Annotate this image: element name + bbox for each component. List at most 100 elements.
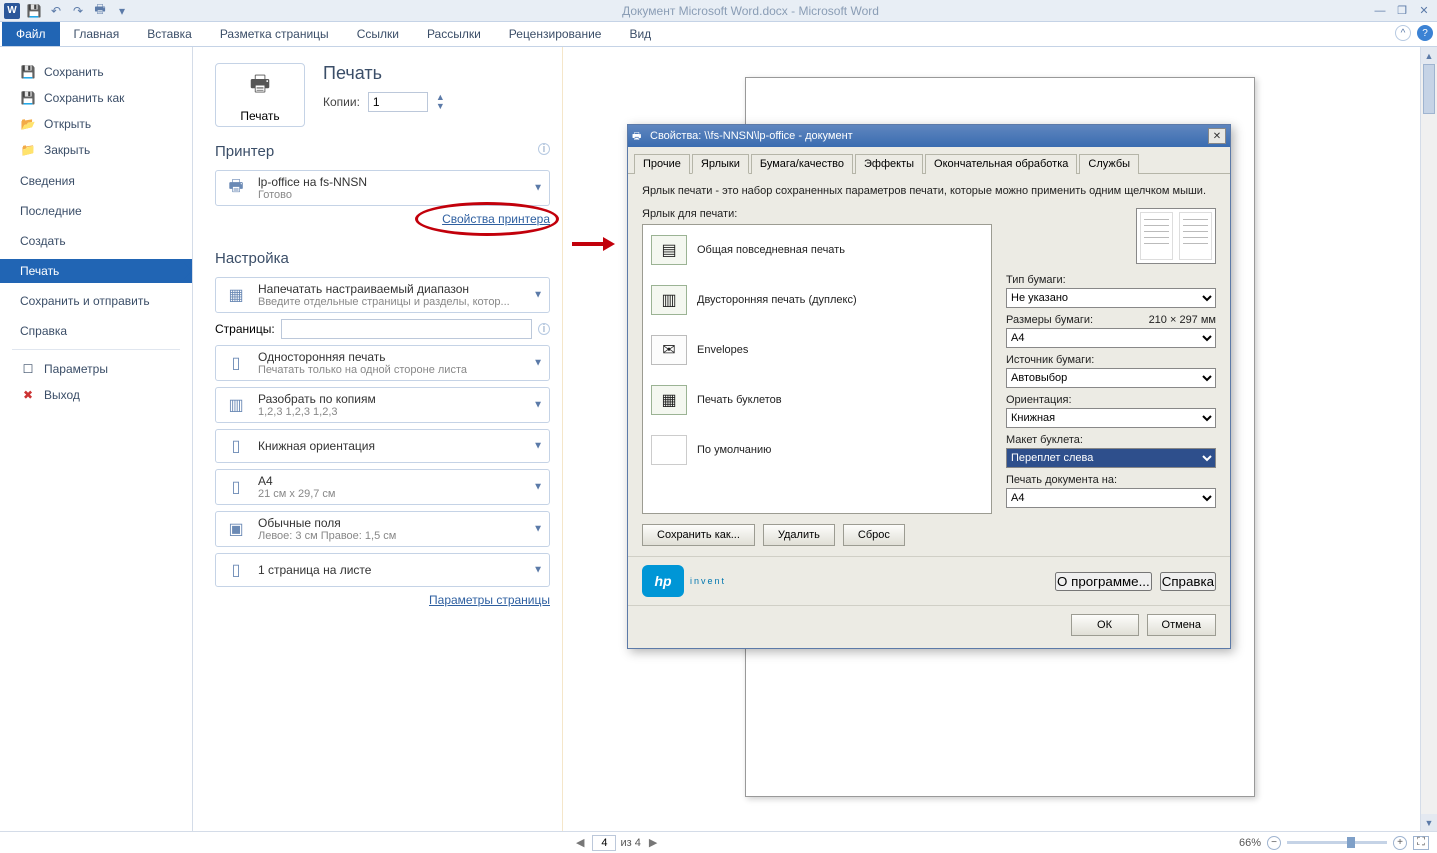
dialog-tab-other[interactable]: Прочие [634, 154, 690, 174]
orientation-label: Ориентация: [1006, 394, 1216, 406]
papertype-select[interactable]: Не указано [1006, 288, 1216, 308]
reset-button[interactable]: Сброс [843, 524, 905, 546]
dd-title: Односторонняя печать [258, 350, 467, 364]
fit-page-icon[interactable]: ⛶ [1413, 836, 1429, 850]
ok-button[interactable]: ОК [1071, 614, 1139, 636]
page-setup-link[interactable]: Параметры страницы [429, 593, 550, 607]
undo-qat-icon[interactable]: ↶ [48, 3, 64, 19]
dialog-tab-shortcuts[interactable]: Ярлыки [692, 154, 749, 174]
sidebar-item-label: Печать [20, 264, 59, 278]
paper-size-selector[interactable]: ▯ A421 см x 29,7 см ▼ [215, 469, 550, 505]
dialog-close-button[interactable]: ✕ [1208, 128, 1226, 144]
list-item-label: Двусторонняя печать (дуплекс) [697, 294, 857, 306]
collate-selector[interactable]: ▥ Разобрать по копиям1,2,3 1,2,3 1,2,3 ▼ [215, 387, 550, 423]
qat-dropdown-icon[interactable]: ▾ [114, 3, 130, 19]
dialog-tab-effects[interactable]: Эффекты [855, 154, 923, 174]
vertical-scrollbar[interactable]: ▲ ▼ [1420, 47, 1437, 831]
help-icon[interactable]: ? [1417, 25, 1433, 41]
saveas-button[interactable]: Сохранить как... [642, 524, 755, 546]
sidebar-item-print[interactable]: Печать [0, 259, 192, 283]
printer-properties-link[interactable]: Свойства принтера [442, 212, 550, 226]
printer-icon: 🖶 [250, 67, 271, 105]
tab-layout[interactable]: Разметка страницы [206, 22, 343, 46]
minimize-icon[interactable]: — [1371, 4, 1389, 18]
tab-insert[interactable]: Вставка [133, 22, 206, 46]
zoom-slider[interactable] [1287, 841, 1387, 844]
zoom-in-button[interactable]: + [1393, 836, 1407, 850]
sidebar-item-info[interactable]: Сведения [0, 169, 192, 193]
status-bar: ◀ из 4 ▶ 66% − + ⛶ [0, 831, 1437, 853]
printer-selector[interactable]: 🖶 lp-office на fs-NNSNГотово ▼ [215, 170, 550, 206]
range-icon: ▦ [224, 283, 248, 307]
about-button[interactable]: О программе... [1055, 572, 1152, 591]
printer-heading: Принтерi [215, 143, 550, 160]
info-icon[interactable]: i [538, 143, 550, 155]
redo-qat-icon[interactable]: ↷ [70, 3, 86, 19]
minimize-ribbon-icon[interactable]: ^ [1395, 25, 1411, 41]
sidebar-item-options[interactable]: ☐Параметры [0, 356, 192, 382]
print-qat-icon[interactable]: 🖶 [92, 3, 108, 19]
cancel-button[interactable]: Отмена [1147, 614, 1216, 636]
sidebar-item-send[interactable]: Сохранить и отправить [0, 289, 192, 313]
pages-input[interactable] [281, 319, 532, 339]
sides-selector[interactable]: ▯ Односторонняя печатьПечатать только на… [215, 345, 550, 381]
papersrc-select[interactable]: Автовыбор [1006, 368, 1216, 388]
sidebar-item-help[interactable]: Справка [0, 319, 192, 343]
dd-sub: 21 см x 29,7 см [258, 488, 336, 500]
scrollbar-thumb[interactable] [1423, 64, 1435, 114]
sidebar-item-label: Сохранить как [44, 91, 124, 105]
sidebar-item-save[interactable]: 💾Сохранить [0, 59, 192, 85]
sidebar-item-new[interactable]: Создать [0, 229, 192, 253]
booklet-label: Макет буклета: [1006, 434, 1216, 446]
orientation-selector[interactable]: ▯ Книжная ориентация ▼ [215, 429, 550, 463]
info-icon[interactable]: i [538, 323, 550, 335]
delete-button[interactable]: Удалить [763, 524, 835, 546]
orientation-select[interactable]: Книжная [1006, 408, 1216, 428]
help-button[interactable]: Справка [1160, 572, 1216, 591]
shortcut-listbox[interactable]: ▤Общая повседневная печать ▥Двусторонняя… [642, 224, 992, 514]
papertype-label: Тип бумаги: [1006, 274, 1216, 286]
tab-home[interactable]: Главная [60, 22, 134, 46]
scroll-down-icon[interactable]: ▼ [1421, 814, 1437, 831]
dialog-tab-paper[interactable]: Бумага/качество [751, 154, 853, 174]
scroll-up-icon[interactable]: ▲ [1421, 47, 1437, 64]
print-button[interactable]: 🖶 Печать [215, 63, 305, 127]
sidebar-item-recent[interactable]: Последние [0, 199, 192, 223]
sidebar-item-saveas[interactable]: 💾Сохранить как [0, 85, 192, 111]
printon-select[interactable]: A4 [1006, 488, 1216, 508]
papersize-select[interactable]: A4 [1006, 328, 1216, 348]
sidebar-item-exit[interactable]: ✖Выход [0, 382, 192, 408]
dialog-tab-finishing[interactable]: Окончательная обработка [925, 154, 1077, 174]
sidebar-item-close[interactable]: 📁Закрыть [0, 137, 192, 163]
margins-selector[interactable]: ▣ Обычные поляЛевое: 3 см Правое: 1,5 см… [215, 511, 550, 547]
sidebar-item-label: Закрыть [44, 143, 90, 157]
tab-file[interactable]: Файл [2, 22, 60, 46]
copies-spinner-icon[interactable]: ▲▼ [436, 93, 445, 111]
pages-per-sheet-selector[interactable]: ▯ 1 страница на листе ▼ [215, 553, 550, 587]
tab-review[interactable]: Рецензирование [495, 22, 616, 46]
tab-references[interactable]: Ссылки [343, 22, 413, 46]
chevron-down-icon: ▼ [533, 358, 543, 369]
paper-icon: ▯ [224, 475, 248, 499]
dialog-tab-services[interactable]: Службы [1079, 154, 1139, 174]
dd-sub: Левое: 3 см Правое: 1,5 см [258, 530, 396, 542]
dd-sub: 1,2,3 1,2,3 1,2,3 [258, 406, 376, 418]
tab-view[interactable]: Вид [615, 22, 665, 46]
restore-icon[interactable]: ❐ [1393, 4, 1411, 18]
save-qat-icon[interactable]: 💾 [26, 3, 42, 19]
print-range-selector[interactable]: ▦ Напечатать настраиваемый диапазонВведи… [215, 277, 550, 313]
sidebar-item-open[interactable]: 📂Открыть [0, 111, 192, 137]
page-input[interactable] [592, 835, 616, 851]
booklet-select[interactable]: Переплет слева [1006, 448, 1216, 468]
tab-mailings[interactable]: Рассылки [413, 22, 495, 46]
sidebar-item-label: Сохранить и отправить [20, 294, 150, 308]
zoom-thumb[interactable] [1347, 837, 1355, 848]
window-controls: — ❐ ✕ [1371, 4, 1433, 18]
close-window-icon[interactable]: ✕ [1415, 4, 1433, 18]
prev-page-icon[interactable]: ◀ [572, 836, 588, 849]
dd-sub: Печатать только на одной стороне листа [258, 364, 467, 376]
next-page-icon[interactable]: ▶ [645, 836, 661, 849]
page-icon: ▯ [224, 351, 248, 375]
copies-input[interactable] [368, 92, 428, 112]
zoom-out-button[interactable]: − [1267, 836, 1281, 850]
